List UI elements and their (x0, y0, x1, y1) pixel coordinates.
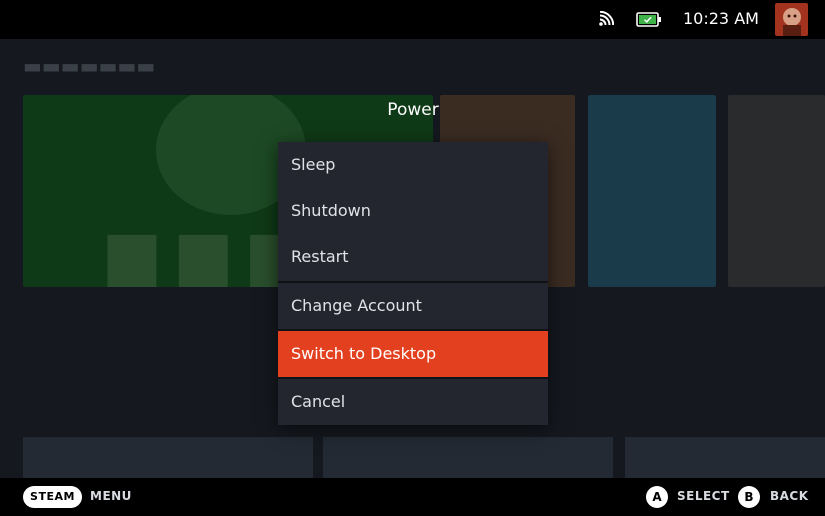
menu-item-change-account[interactable]: Change Account (278, 283, 548, 329)
game-tile (588, 95, 716, 287)
power-menu: Sleep Shutdown Restart Change Account Sw… (278, 142, 548, 425)
shelf-tile (23, 437, 313, 478)
menu-item-cancel[interactable]: Cancel (278, 379, 548, 425)
menu-hint-label: MENU (90, 489, 132, 503)
b-button-icon[interactable]: B (738, 486, 760, 508)
game-tile (728, 95, 825, 287)
select-hint-label: SELECT (677, 489, 730, 503)
section-heading-blurred: ▬▬▬▬▬▬▬ (23, 54, 156, 78)
bottom-bar: STEAM MENU A SELECT B BACK (0, 478, 825, 516)
back-hint-label: BACK (770, 489, 809, 503)
wifi-icon (599, 11, 614, 26)
status-bar: 10:23 AM (0, 0, 825, 39)
user-avatar[interactable] (775, 3, 808, 36)
battery-icon (636, 12, 661, 27)
a-button-icon[interactable]: A (646, 486, 668, 508)
menu-item-restart[interactable]: Restart (278, 234, 548, 280)
shelf-tile (323, 437, 613, 478)
menu-item-sleep[interactable]: Sleep (278, 142, 548, 188)
menu-item-switch-to-desktop[interactable]: Switch to Desktop (278, 331, 548, 377)
clock: 10:23 AM (683, 9, 759, 28)
power-menu-title: Power (387, 100, 439, 120)
steam-button[interactable]: STEAM (23, 486, 82, 508)
shelf-tile (625, 437, 825, 478)
menu-item-shutdown[interactable]: Shutdown (278, 188, 548, 234)
